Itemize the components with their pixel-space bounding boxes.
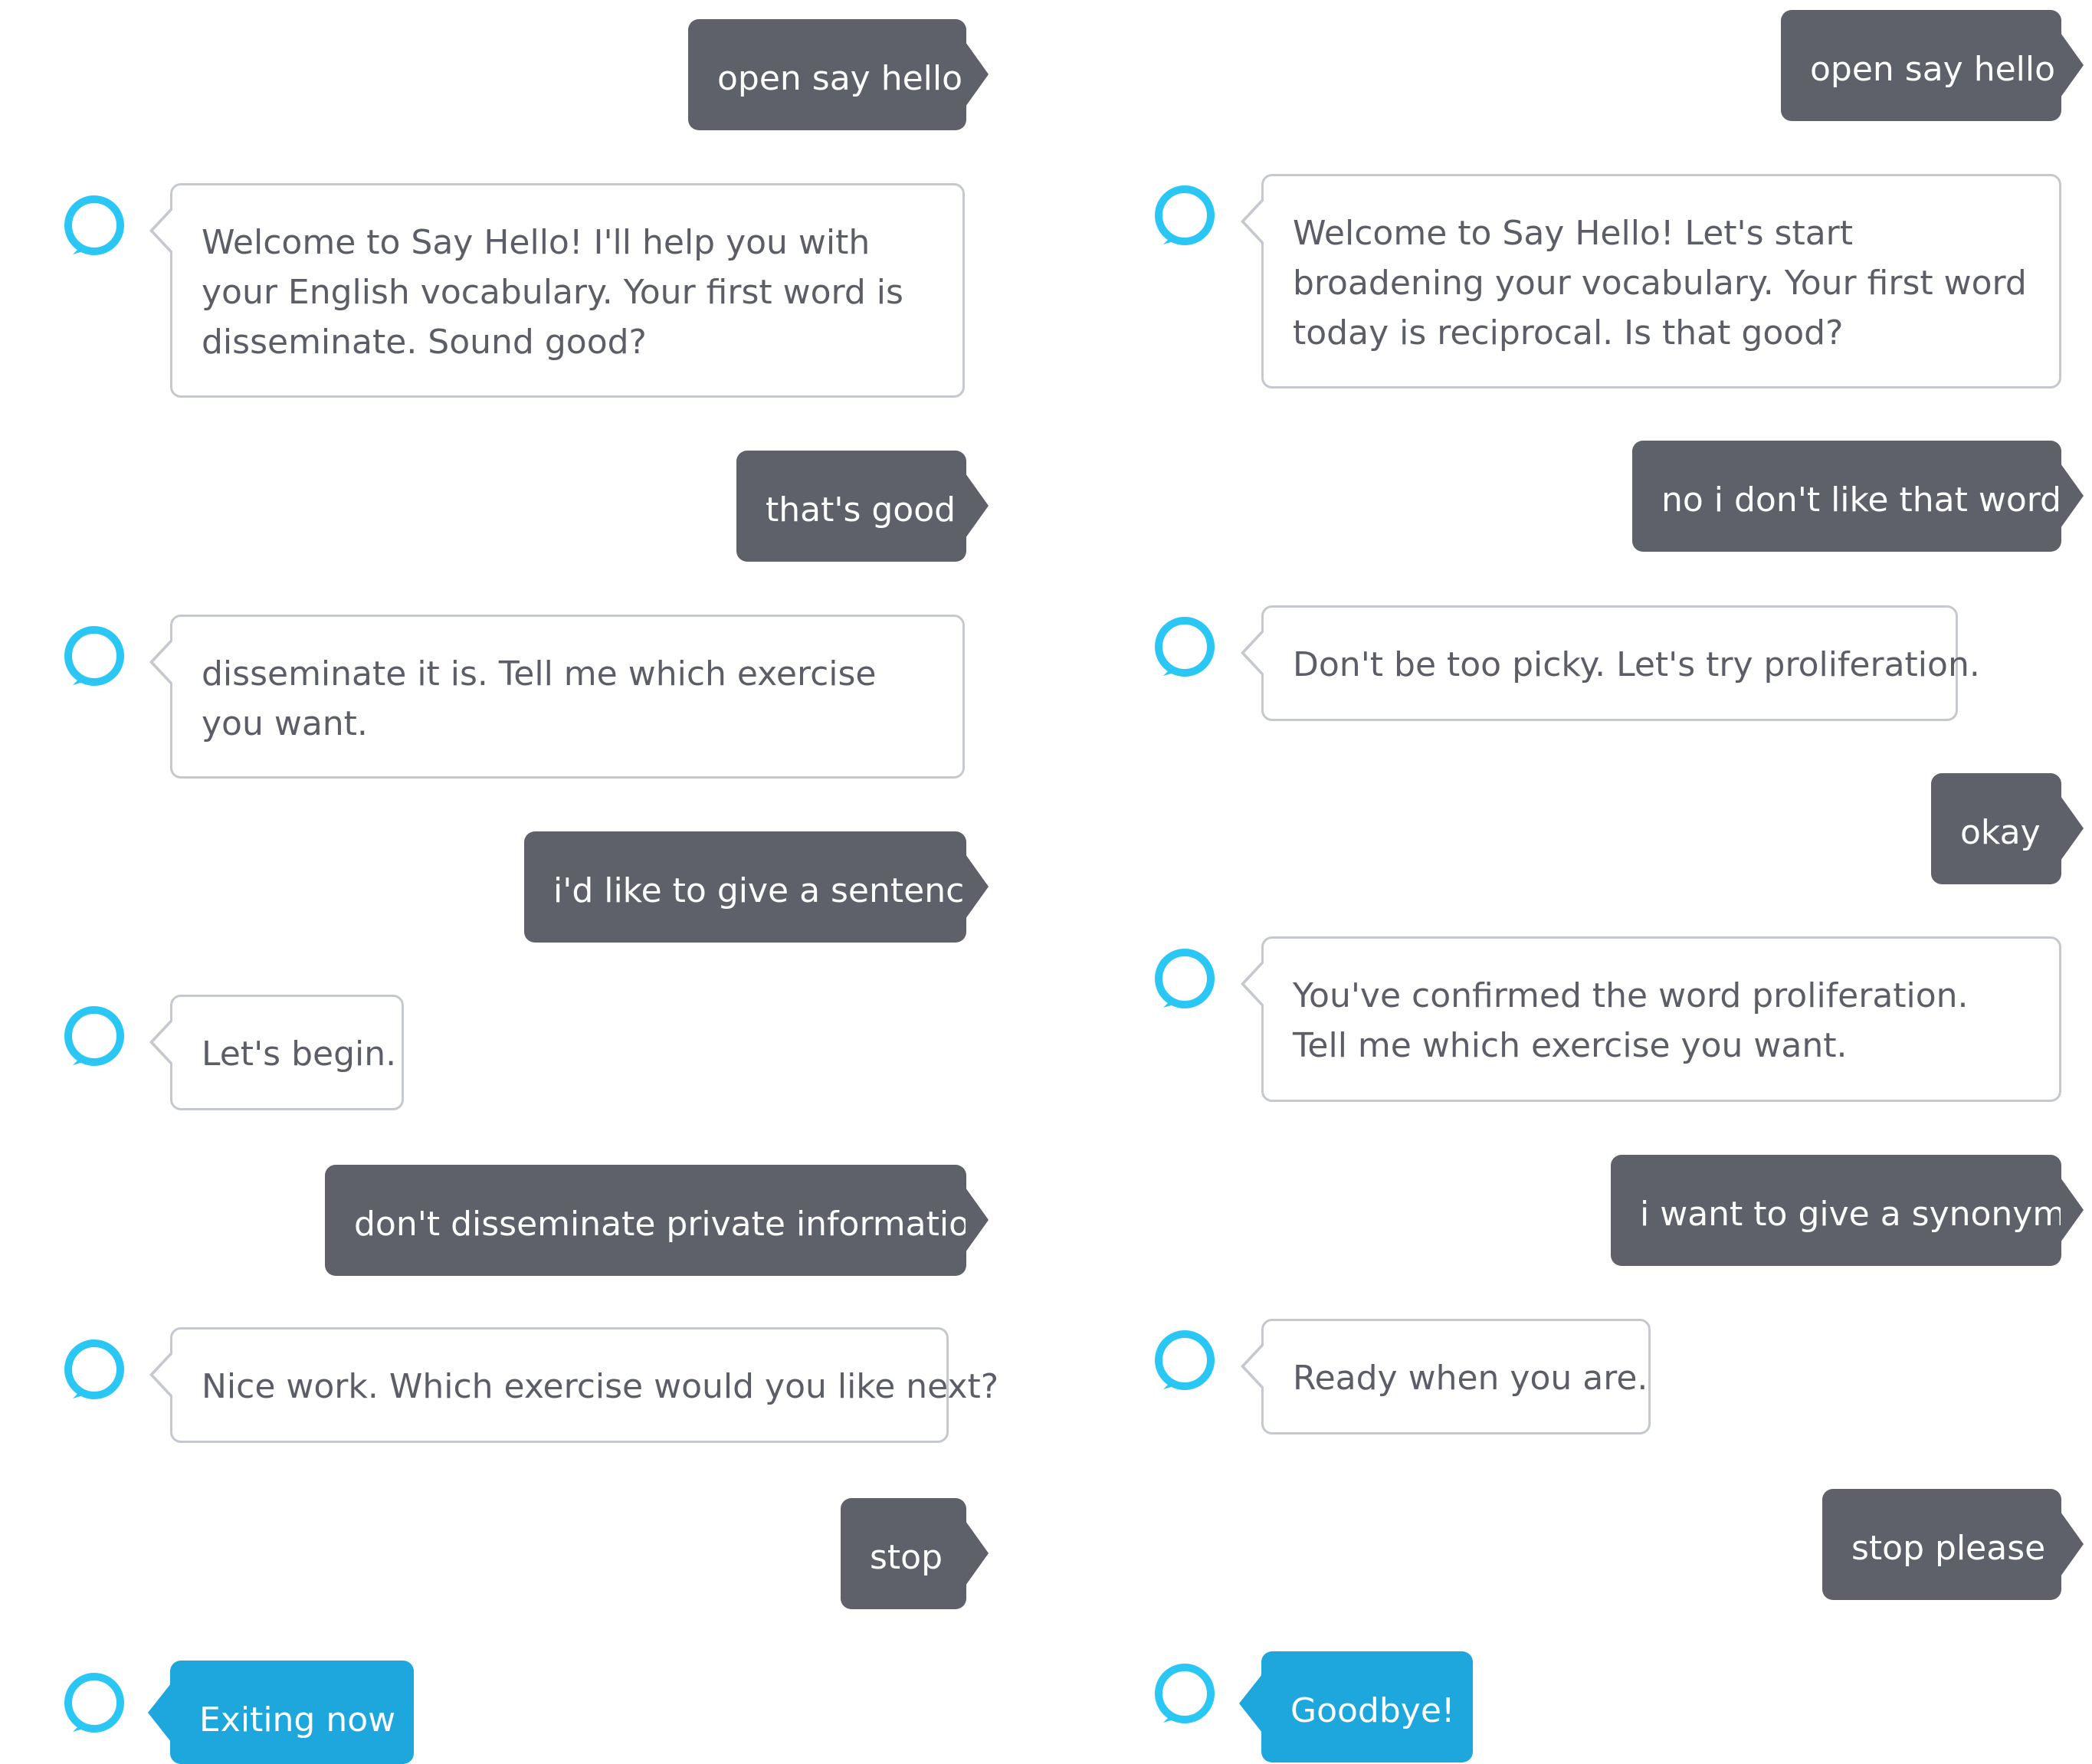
user-message: okay [1931,773,2084,884]
user-message: i want to give a synonym [1611,1155,2084,1266]
alexa-icon [1155,949,1215,1008]
conversation-left: open say hello Welcome to Say Hello! I'l… [0,0,1046,1764]
user-message: don't disseminate private information [325,1165,991,1276]
alexa-final-message: Exiting now [148,1661,414,1764]
alexa-icon [64,195,124,255]
alexa-icon [64,1673,124,1733]
alexa-final-message: Goodbye! [1239,1651,1473,1762]
alexa-message: Welcome to Say Hello! I'll help you with… [149,183,965,398]
user-message: that's good [736,451,989,562]
alexa-message: Let's begin. [149,995,404,1110]
alexa-message: Nice work. Which exercise would you like… [149,1327,998,1443]
alexa-message: Ready when you are. [1241,1319,1651,1434]
alexa-message: Don't be too picky. Let's try proliferat… [1241,605,1980,721]
user-message: open say hello [1781,10,2084,121]
user-message: i'd like to give a sentence [524,831,989,943]
alexa-icon [1155,185,1215,245]
alexa-icon [1155,1330,1215,1390]
alexa-icon [64,626,124,686]
user-message: open say hello [688,19,989,130]
alexa-icon [1155,1664,1215,1723]
alexa-message: Welcome to Say Hello! Let's start broade… [1241,174,2061,389]
alexa-icon [1155,617,1215,677]
alexa-message: You've confirmed the word proliferation.… [1241,936,2061,1102]
user-message: stop please [1822,1489,2084,1600]
alexa-icon [64,1339,124,1399]
user-message: stop [841,1498,989,1609]
user-message: no i don't like that word [1632,441,2084,552]
alexa-message: disseminate it is. Tell me which exercis… [149,615,965,779]
alexa-icon [64,1006,124,1066]
conversation-right: open say hello Welcome to Say Hello! Let… [1046,0,2092,1764]
